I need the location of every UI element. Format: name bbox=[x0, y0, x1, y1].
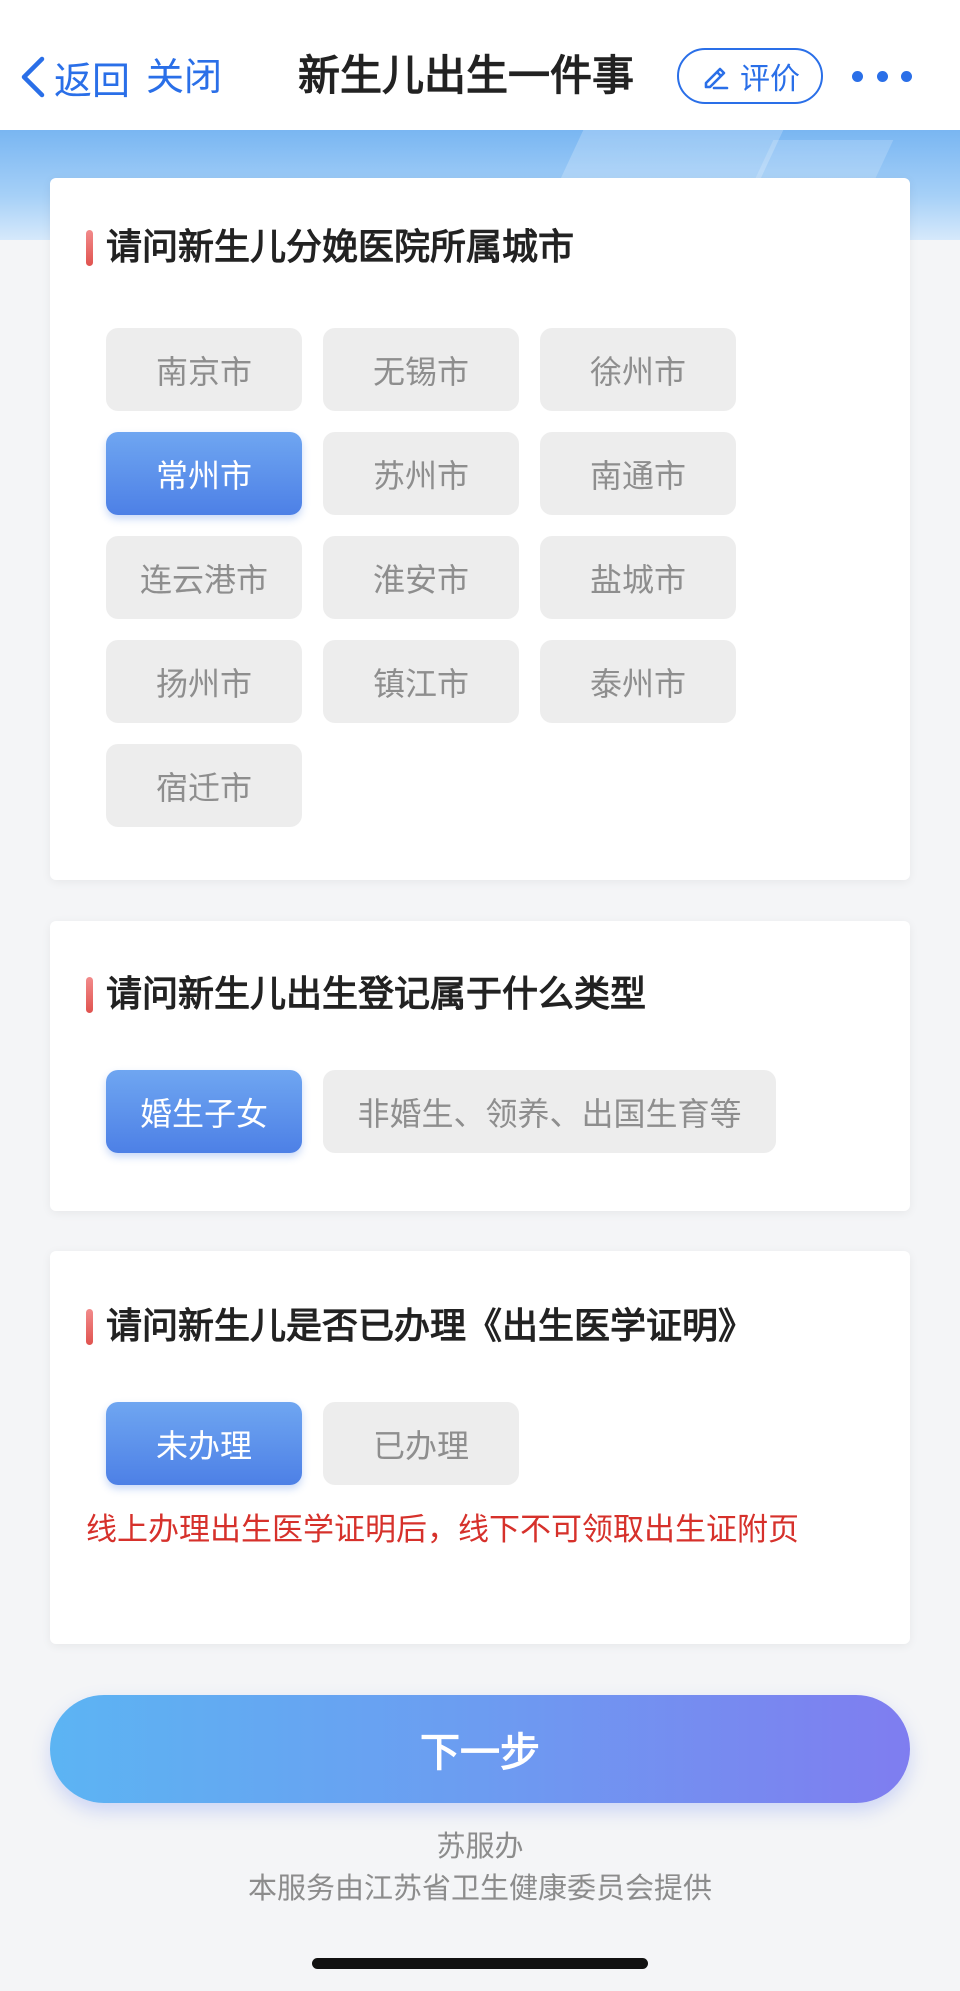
option-wuxi[interactable]: 无锡市 bbox=[323, 328, 519, 411]
nav-bar: 返回 关闭 新生儿出生一件事 评价 bbox=[0, 0, 960, 130]
more-dot-icon bbox=[852, 70, 863, 82]
option-zhenjiang[interactable]: 镇江市 bbox=[323, 640, 519, 723]
more-dot-icon bbox=[901, 70, 912, 82]
rate-button[interactable]: 评价 bbox=[677, 48, 823, 104]
rate-label: 评价 bbox=[740, 62, 800, 97]
footer-provider-note: 本服务由江苏省卫生健康委员会提供 bbox=[247, 1871, 712, 1905]
page-title: 新生儿出生一件事 bbox=[298, 51, 635, 100]
question-title: 请问新生儿是否已办理《出生医学证明》 bbox=[86, 1297, 754, 1357]
option-suzhou[interactable]: 苏州市 bbox=[323, 432, 519, 515]
option-nantong[interactable]: 南通市 bbox=[540, 432, 736, 515]
birth-certificate-options: 未办理 已办理 bbox=[106, 1402, 519, 1485]
back-button[interactable]: 返回 bbox=[18, 52, 131, 103]
option-processed[interactable]: 已办理 bbox=[323, 1402, 519, 1485]
option-marital-child[interactable]: 婚生子女 bbox=[106, 1070, 302, 1153]
back-label: 返回 bbox=[54, 58, 131, 103]
chevron-left-icon bbox=[21, 56, 45, 98]
edit-icon bbox=[704, 67, 729, 90]
option-yangzhou[interactable]: 扬州市 bbox=[106, 640, 302, 723]
option-yancheng[interactable]: 盐城市 bbox=[540, 536, 736, 619]
close-button[interactable]: 关闭 bbox=[146, 52, 222, 102]
city-options: 南京市 无锡市 徐州市 常州市 苏州市 南通市 连云港市 淮安市 盐城市 扬州市… bbox=[106, 328, 736, 827]
option-xuzhou[interactable]: 徐州市 bbox=[540, 328, 736, 411]
question-title: 请问新生儿出生登记属于什么类型 bbox=[86, 965, 646, 1025]
question-card-birth-certificate: 请问新生儿是否已办理《出生医学证明》 未办理 已办理 线上办理出生医学证明后，线… bbox=[50, 1251, 910, 1644]
home-indicator[interactable] bbox=[312, 1958, 648, 1969]
question-card-registration-type: 请问新生儿出生登记属于什么类型 婚生子女 非婚生、领养、出国生育等 bbox=[50, 921, 910, 1211]
option-taizhou[interactable]: 泰州市 bbox=[540, 640, 736, 723]
option-not-processed[interactable]: 未办理 bbox=[106, 1402, 302, 1485]
option-lianyungang[interactable]: 连云港市 bbox=[106, 536, 302, 619]
footer-provider-name: 苏服办 bbox=[436, 1829, 524, 1863]
next-step-button[interactable]: 下一步 bbox=[50, 1695, 910, 1803]
more-menu-button[interactable] bbox=[852, 64, 912, 88]
option-nonmarital-adoption-abroad[interactable]: 非婚生、领养、出国生育等 bbox=[323, 1070, 776, 1153]
option-nanjing[interactable]: 南京市 bbox=[106, 328, 302, 411]
registration-type-options: 婚生子女 非婚生、领养、出国生育等 bbox=[106, 1070, 776, 1153]
more-dot-icon bbox=[876, 70, 888, 82]
option-huaian[interactable]: 淮安市 bbox=[323, 536, 519, 619]
option-changzhou[interactable]: 常州市 bbox=[106, 432, 302, 515]
question-title: 请问新生儿分娩医院所属城市 bbox=[86, 218, 574, 278]
option-suqian[interactable]: 宿迁市 bbox=[106, 744, 302, 827]
warning-text: 线上办理出生医学证明后，线下不可领取出生证附页 bbox=[86, 1512, 799, 1548]
question-card-city: 请问新生儿分娩医院所属城市 南京市 无锡市 徐州市 常州市 苏州市 南通市 连云… bbox=[50, 178, 910, 880]
